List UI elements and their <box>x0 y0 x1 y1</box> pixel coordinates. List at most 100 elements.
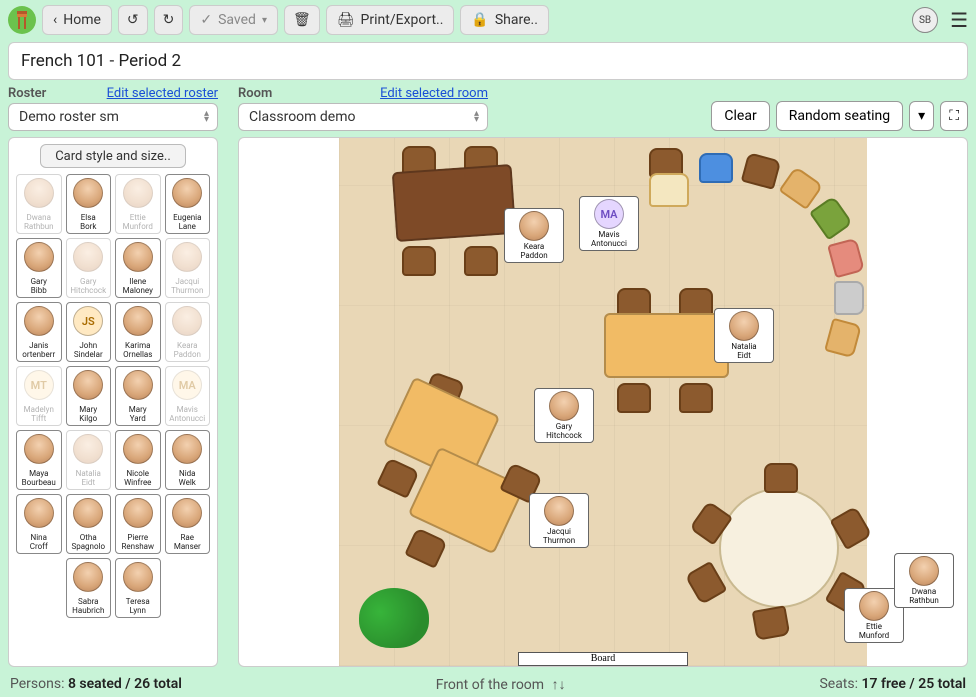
delete-button[interactable]: 🗑 <box>284 5 320 35</box>
roster-card[interactable]: MTMadelynTifft <box>16 366 62 426</box>
roster-card[interactable]: EttieMunford <box>115 174 161 234</box>
saved-button[interactable]: ✓ Saved ▾ <box>189 5 278 35</box>
desk[interactable] <box>604 313 729 378</box>
person-name: TeresaLynn <box>126 597 150 615</box>
roster-card[interactable]: MA MavisAntonucci <box>165 366 211 426</box>
person-name: JohnSindelar <box>74 341 103 359</box>
seat[interactable] <box>824 318 862 359</box>
share-label: Share.. <box>495 12 538 28</box>
roster-card[interactable]: DwanaRathbun <box>16 174 62 234</box>
seat[interactable] <box>402 246 436 276</box>
print-export-button[interactable]: 🖨 Print/Export.. <box>326 5 455 35</box>
avatar <box>24 178 54 208</box>
seat[interactable] <box>649 173 689 207</box>
avatar: MA <box>594 199 624 229</box>
roster-card[interactable]: TeresaLynn <box>115 558 161 618</box>
avatar <box>123 370 153 400</box>
share-button[interactable]: 🔒 Share.. <box>460 5 549 35</box>
home-button[interactable]: ‹ Home <box>42 5 112 35</box>
roster-card[interactable]: NinaCroff <box>16 494 62 554</box>
seat[interactable] <box>741 152 782 190</box>
seat[interactable] <box>699 153 733 183</box>
avatar <box>519 211 549 241</box>
roster-card[interactable]: EugeniaLane <box>165 174 211 234</box>
avatar: JS <box>73 306 103 336</box>
seat[interactable] <box>404 527 447 569</box>
roster-card[interactable]: KarimaOrnellas <box>115 302 161 362</box>
roster-card[interactable]: IleneMaloney <box>115 238 161 298</box>
placed-card[interactable]: JacquiThurmon <box>529 493 589 548</box>
random-seating-button[interactable]: Random seating <box>776 101 903 131</box>
chevron-left-icon: ‹ <box>53 12 57 28</box>
seat[interactable] <box>809 195 853 240</box>
seat[interactable] <box>827 238 865 279</box>
seat[interactable] <box>834 281 864 315</box>
avatar <box>73 242 103 272</box>
roster-card[interactable]: GaryBibb <box>16 238 62 298</box>
seat[interactable] <box>764 463 798 493</box>
placed-card[interactable]: MAMavisAntonucci <box>579 196 639 251</box>
placed-card[interactable]: DwanaRathbun <box>894 553 954 608</box>
swap-icon[interactable]: ↑↓ <box>552 677 566 693</box>
roster-card[interactable]: ElsaBork <box>66 174 112 234</box>
roster-card[interactable]: JS JohnSindelar <box>66 302 112 362</box>
person-name: KearaPaddon <box>520 242 547 260</box>
app-logo[interactable] <box>8 6 36 34</box>
person-name: OthaSpagnolo <box>71 533 105 551</box>
room-canvas[interactable]: Board KearaPaddonMAMavisAntonucciNatalia… <box>238 137 968 667</box>
menu-icon[interactable]: ☰ <box>950 8 968 32</box>
roster-card[interactable]: MaryKilgo <box>66 366 112 426</box>
lock-icon: 🔒 <box>471 12 488 28</box>
roster-card[interactable]: PierreRenshaw <box>115 494 161 554</box>
front-of-room-label: Front of the room <box>436 677 544 693</box>
edit-room-link[interactable]: Edit selected room <box>380 86 488 101</box>
fullscreen-button[interactable]: ⛶ <box>940 101 968 131</box>
roster-card[interactable]: OthaSpagnolo <box>66 494 112 554</box>
undo-icon: ↺ <box>127 12 139 28</box>
roster-card[interactable]: NicoleWinfree <box>115 430 161 490</box>
saved-label: Saved <box>218 12 256 28</box>
roster-card[interactable]: MaryYard <box>115 366 161 426</box>
seat[interactable] <box>617 383 651 413</box>
room-select[interactable]: Classroom demo ▴▾ <box>238 103 488 131</box>
roster-card[interactable]: Janisortenberr <box>16 302 62 362</box>
seat[interactable] <box>685 561 728 605</box>
roster-card[interactable]: MayaBourbeau <box>16 430 62 490</box>
seat[interactable] <box>376 457 419 499</box>
roster-card[interactable]: NidaWelk <box>165 430 211 490</box>
plan-title-input[interactable]: French 101 - Period 2 <box>8 42 968 80</box>
roster-card[interactable]: JacquiThurmon <box>165 238 211 298</box>
seat[interactable] <box>778 166 823 210</box>
avatar <box>172 498 202 528</box>
roster-card[interactable]: NataliaEidt <box>66 430 112 490</box>
card-style-button[interactable]: Card style and size.. <box>40 144 186 168</box>
placed-card[interactable]: KearaPaddon <box>504 208 564 263</box>
roster-card[interactable]: KearaPaddon <box>165 302 211 362</box>
round-table[interactable] <box>719 488 839 608</box>
placed-card[interactable]: GaryHitchcock <box>534 388 594 443</box>
clear-button[interactable]: Clear <box>711 101 769 131</box>
roster-card[interactable]: RaeManser <box>165 494 211 554</box>
room-header: Room <box>238 86 272 101</box>
redo-button[interactable]: ↻ <box>154 5 184 35</box>
seat[interactable] <box>464 246 498 276</box>
desk[interactable] <box>392 164 517 242</box>
placed-card[interactable]: NataliaEidt <box>714 308 774 363</box>
edit-roster-link[interactable]: Edit selected roster <box>107 86 218 101</box>
roster-card[interactable]: SabraHaubrich <box>66 558 112 618</box>
undo-button[interactable]: ↺ <box>118 5 148 35</box>
plant[interactable] <box>359 588 429 648</box>
seat[interactable] <box>752 605 791 640</box>
seat[interactable] <box>679 383 713 413</box>
person-name: MavisAntonucci <box>169 405 205 423</box>
print-label: Print/Export.. <box>361 12 444 28</box>
roster-select[interactable]: Demo roster sm ▴▾ <box>8 103 218 131</box>
random-seating-dropdown[interactable]: ▾ <box>909 101 934 131</box>
trash-icon: 🗑 <box>293 12 311 28</box>
avatar: MA <box>172 370 202 400</box>
avatar <box>73 434 103 464</box>
user-avatar[interactable]: SB <box>912 7 938 33</box>
person-name: MaryKilgo <box>79 405 97 423</box>
roster-card[interactable]: GaryHitchcock <box>66 238 112 298</box>
avatar <box>73 498 103 528</box>
